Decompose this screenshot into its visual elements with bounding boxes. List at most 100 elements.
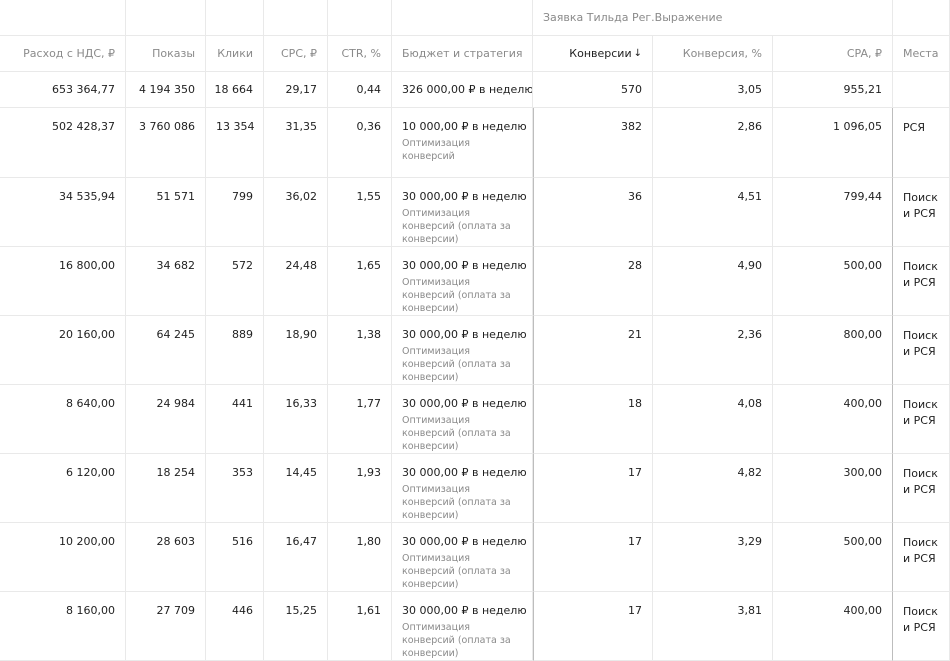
row-cell-conversions: 28 (533, 247, 653, 316)
totals-value: 570 (621, 83, 642, 96)
strategy-name: Оптимизация конверсий (402, 138, 470, 162)
cell-value: 353 (232, 466, 253, 479)
column-header-label: Показы (152, 47, 195, 60)
totals-value: 955,21 (843, 83, 883, 96)
cell-value: 799 (232, 190, 253, 203)
row-cell-clicks: 13 354 (206, 108, 264, 178)
row-cell-ctr: 1,93 (328, 454, 392, 523)
row-cell-conv-rate: 2,36 (653, 316, 773, 385)
row-cell-conv-rate: 3,29 (653, 523, 773, 592)
row-cell-impressions: 64 245 (126, 316, 206, 385)
budget-amount[interactable]: 30 000,00 ₽ в неделю (402, 190, 527, 204)
cell-value: 14,45 (285, 466, 318, 479)
column-header-clicks[interactable]: Клики (206, 36, 264, 72)
cell-value: 6 120,00 (66, 466, 115, 479)
group-header-empty (206, 0, 264, 36)
cell-value: 8 640,00 (66, 397, 115, 410)
cell-value: 799,44 (843, 190, 883, 203)
column-header-conv-rate[interactable]: Конверсия, % (653, 36, 773, 72)
strategy-name: Оптимизация конверсий (оплата за конверс… (402, 622, 511, 659)
cell-value: 3,29 (737, 535, 763, 548)
row-cell-spend: 34 535,94 (0, 178, 126, 247)
budget-amount[interactable]: 10 000,00 ₽ в неделю (402, 120, 527, 134)
row-cell-places: Поиск и РСЯ (893, 523, 950, 592)
row-cell-cpc: 24,48 (264, 247, 328, 316)
cell-value: 1,65 (356, 259, 382, 272)
column-header-places[interactable]: Места (893, 36, 950, 72)
cell-value: 3 760 086 (139, 120, 195, 133)
cell-value: 502 428,37 (52, 120, 115, 133)
budget-amount[interactable]: 30 000,00 ₽ в неделю (402, 604, 527, 618)
column-header-cpa[interactable]: CPA, ₽ (773, 36, 893, 72)
totals-cell-cpa: 955,21 (773, 72, 893, 108)
cell-value: 1,77 (356, 397, 382, 410)
budget-amount[interactable]: 30 000,00 ₽ в неделю (402, 397, 527, 411)
row-cell-places: Поиск и РСЯ (893, 247, 950, 316)
row-cell-ctr: 1,61 (328, 592, 392, 661)
column-header-conversions[interactable]: Конверсии ↓ (533, 36, 653, 72)
placement-value: Поиск и РСЯ (903, 398, 938, 427)
row-cell-spend: 16 800,00 (0, 247, 126, 316)
row-cell-budget: 30 000,00 ₽ в неделю Оптимизация конверси… (392, 247, 533, 316)
row-cell-spend: 20 160,00 (0, 316, 126, 385)
cell-value: 21 (628, 328, 642, 341)
cell-value: 36 (628, 190, 642, 203)
column-header-ctr[interactable]: CTR, % (328, 36, 392, 72)
placement-value: РСЯ (903, 121, 925, 134)
column-header-spend[interactable]: Расход с НДС, ₽ (0, 36, 126, 72)
cell-value: 2,36 (737, 328, 763, 341)
column-header-label: Конверсии (569, 47, 632, 60)
row-cell-places: РСЯ (893, 108, 950, 178)
totals-cell-conversions: 570 (533, 72, 653, 108)
cell-value: 441 (232, 397, 253, 410)
row-cell-conv-rate: 2,86 (653, 108, 773, 178)
cell-value: 446 (232, 604, 253, 617)
budget-amount[interactable]: 30 000,00 ₽ в неделю (402, 535, 527, 549)
cell-value: 3,81 (737, 604, 763, 617)
column-header-budget[interactable]: Бюджет и стратегия (392, 36, 533, 72)
cell-value: 18 254 (156, 466, 196, 479)
row-cell-budget: 30 000,00 ₽ в неделю Оптимизация конверси… (392, 592, 533, 661)
placement-value: Поиск и РСЯ (903, 536, 938, 565)
cell-value: 800,00 (843, 328, 883, 341)
column-header-impressions[interactable]: Показы (126, 36, 206, 72)
row-cell-places: Поиск и РСЯ (893, 592, 950, 661)
cell-value: 24,48 (285, 259, 318, 272)
placement-value: Поиск и РСЯ (903, 605, 938, 634)
column-header-label: CPA, ₽ (846, 47, 882, 60)
row-cell-clicks: 516 (206, 523, 264, 592)
totals-value: 18 664 (214, 83, 254, 96)
column-header-cpc[interactable]: CPC, ₽ (264, 36, 328, 72)
row-cell-spend: 8 640,00 (0, 385, 126, 454)
cell-value: 382 (621, 120, 642, 133)
row-cell-budget: 30 000,00 ₽ в неделю Оптимизация конверси… (392, 178, 533, 247)
row-cell-budget: 30 000,00 ₽ в неделю Оптимизация конверси… (392, 316, 533, 385)
cell-value: 2,86 (737, 120, 763, 133)
sort-down-icon[interactable]: ↓ (634, 48, 642, 59)
cell-value: 17 (628, 535, 642, 548)
cell-value: 34 682 (156, 259, 196, 272)
row-cell-spend: 8 160,00 (0, 592, 126, 661)
cell-value: 516 (232, 535, 253, 548)
cell-value: 4,51 (737, 190, 763, 203)
row-cell-conversions: 17 (533, 592, 653, 661)
cell-value: 28 (628, 259, 642, 272)
row-cell-ctr: 1,55 (328, 178, 392, 247)
cell-value: 34 535,94 (59, 190, 115, 203)
row-cell-conversions: 382 (533, 108, 653, 178)
cell-value: 4,82 (737, 466, 763, 479)
cell-value: 500,00 (843, 259, 883, 272)
cell-value: 15,25 (285, 604, 318, 617)
cell-value: 51 571 (156, 190, 196, 203)
cell-value: 16,47 (285, 535, 318, 548)
cell-value: 8 160,00 (66, 604, 115, 617)
row-cell-cpa: 799,44 (773, 178, 893, 247)
totals-value: 29,17 (285, 83, 318, 96)
totals-value: 3,05 (737, 83, 763, 96)
row-cell-cpa: 400,00 (773, 592, 893, 661)
budget-amount[interactable]: 30 000,00 ₽ в неделю (402, 259, 527, 273)
column-header-label: CPC, ₽ (281, 47, 317, 60)
budget-amount[interactable]: 30 000,00 ₽ в неделю (402, 466, 527, 480)
budget-amount[interactable]: 30 000,00 ₽ в неделю (402, 328, 527, 342)
totals-value: 4 194 350 (139, 83, 195, 96)
